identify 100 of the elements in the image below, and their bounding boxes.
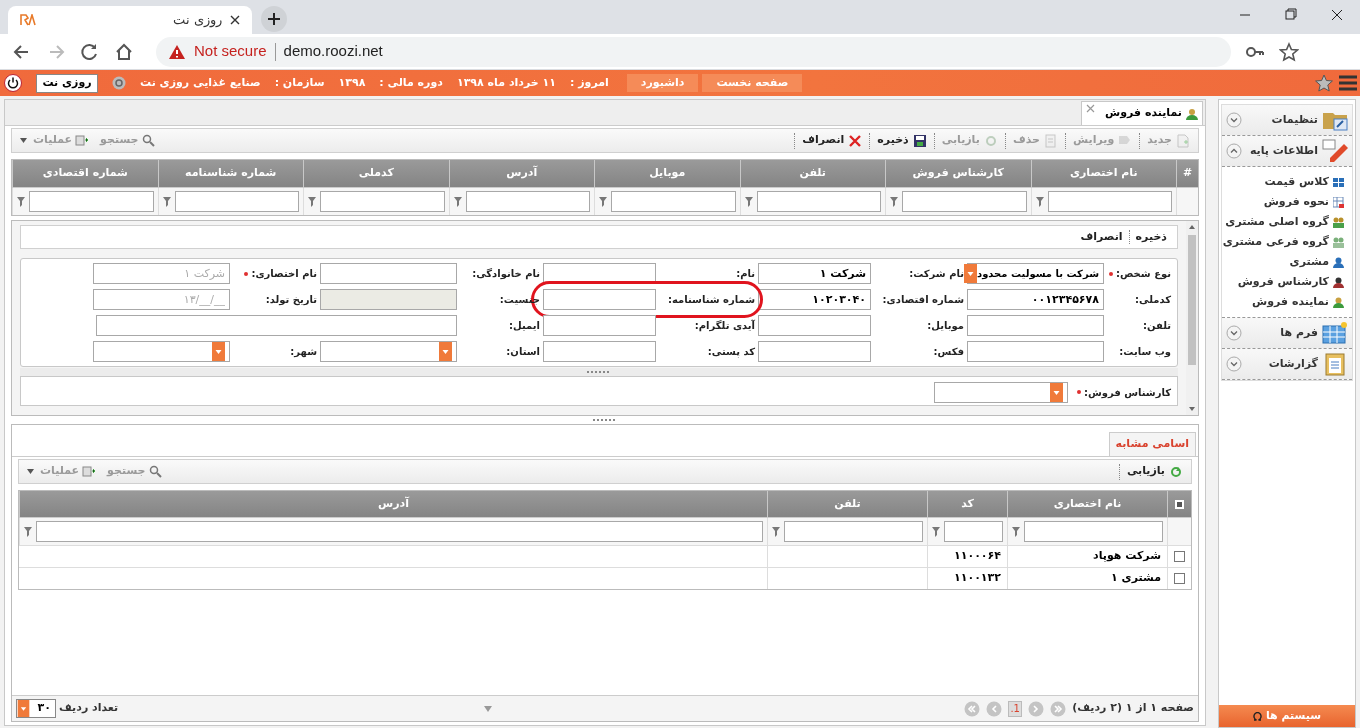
checkbox-icon[interactable] (1175, 499, 1184, 509)
input-field[interactable]: ۰۰۱۲۳۴۵۶۷۸ (967, 289, 1104, 310)
caret-icon[interactable] (27, 469, 34, 474)
caret-icon[interactable] (20, 138, 27, 143)
tab[interactable]: اسامی مشابه (1108, 432, 1196, 456)
filter-field[interactable] (1047, 191, 1172, 212)
field-label: وب سایت: (1119, 345, 1171, 359)
filter-field[interactable] (611, 191, 736, 212)
dropdown[interactable]: شرکت با مسولیت محدود (967, 263, 1104, 284)
page-size-dropdown[interactable]: ۳۰ (16, 699, 56, 718)
field-label: تاریخ تولد: (265, 293, 317, 307)
input-field[interactable]: شرکت ۱ (758, 263, 871, 284)
security-label: Not secure (194, 41, 267, 62)
filter-field[interactable] (902, 191, 1027, 212)
menu-icon[interactable] (1338, 74, 1358, 92)
sidebar-item[interactable]: کارشناس فروش (1222, 272, 1344, 292)
form-action[interactable]: ذخیره (1129, 228, 1173, 246)
power-icon[interactable] (4, 74, 22, 92)
filter-icon (24, 526, 32, 537)
reload-icon[interactable] (80, 41, 100, 62)
toolbar-button[interactable]: بازیابی (1122, 461, 1187, 482)
settings-icon[interactable] (112, 76, 126, 90)
favicon-icon (20, 14, 36, 26)
sidebar-item[interactable]: کلاس قیمت (1222, 172, 1344, 192)
checkbox[interactable] (1174, 551, 1185, 562)
filter-icon (932, 526, 940, 537)
filter-icon (1012, 526, 1020, 537)
sidebar-item[interactable]: نحوه فروش (1222, 192, 1344, 212)
star-icon[interactable] (1279, 41, 1299, 62)
checkbox[interactable] (1174, 573, 1185, 584)
dropdown[interactable] (93, 341, 230, 362)
toolbar-button[interactable]: عملیات (34, 463, 102, 480)
home-icon[interactable] (114, 41, 134, 62)
dropdown[interactable] (320, 341, 457, 362)
filter-field[interactable] (1024, 521, 1163, 542)
pager-summary: صفحه ۱ از ۱ (۲ ردیف) (1072, 700, 1194, 717)
top-button[interactable]: داشبورد (626, 74, 699, 92)
sidebar-item[interactable]: گروه اصلی مشتری (1222, 212, 1344, 232)
input-field[interactable] (758, 315, 871, 336)
toolbar-button[interactable]: ذخیره (873, 130, 931, 151)
input-field[interactable] (967, 315, 1104, 336)
filter-field[interactable] (320, 191, 445, 212)
filter-field[interactable] (174, 191, 299, 212)
input-field[interactable] (96, 315, 457, 336)
browser-tab[interactable]: روزی نت (8, 6, 252, 34)
sidebar-section[interactable]: اطلاعات پایه (1222, 136, 1352, 167)
org-name: صنایع غذایی روزی نت (140, 74, 261, 91)
previous-page-icon[interactable] (986, 700, 1003, 717)
caret-icon (212, 342, 225, 361)
last-page-icon[interactable] (1050, 700, 1067, 717)
warning-icon (168, 43, 186, 60)
address-bar[interactable]: Not secure demo.roozi.net (156, 36, 1231, 67)
filter-field[interactable] (756, 191, 881, 212)
field-label: نوع شخص: (1115, 267, 1171, 281)
toolbar-button[interactable]: انصراف (798, 130, 867, 151)
tab-title: روزی نت (172, 11, 222, 30)
spreadsheet-icon (1333, 196, 1344, 208)
sidebar-section[interactable]: گزارشات (1222, 349, 1352, 380)
top-button[interactable]: صفحه نخست (702, 74, 803, 92)
new-tab-icon[interactable] (260, 5, 288, 33)
toolbar-button[interactable]: جستجو (101, 463, 168, 480)
input-field[interactable]: شرکت ۱ (93, 263, 230, 284)
filter-field[interactable] (36, 521, 763, 542)
sidebar-section[interactable]: فرم ها (1222, 318, 1352, 349)
expand-icon (1226, 112, 1242, 128)
next-page-icon[interactable] (1028, 700, 1045, 717)
filter-field[interactable] (29, 191, 154, 212)
input-field[interactable]: ۱۰۲۰۳۰۴۰ (758, 289, 871, 310)
input-field[interactable] (543, 315, 656, 336)
document-tab[interactable]: نماینده فروش (1081, 101, 1203, 125)
sidebar-item[interactable]: مشتری (1222, 252, 1344, 272)
first-page-icon[interactable] (964, 700, 981, 717)
filter-field[interactable] (784, 521, 923, 542)
input-field[interactable] (543, 341, 656, 362)
input-field[interactable] (967, 341, 1104, 362)
filter-icon (599, 196, 607, 207)
toolbar-button[interactable]: عملیات (27, 132, 95, 149)
star-icon[interactable] (1314, 73, 1334, 93)
input-field[interactable]: __/__/۱۳ (93, 289, 230, 310)
filter-icon (1035, 196, 1044, 207)
filter-field[interactable] (944, 521, 1003, 542)
search-icon (148, 465, 162, 478)
input-field[interactable] (758, 341, 871, 362)
input-field[interactable] (543, 289, 656, 310)
filter-field[interactable] (465, 191, 590, 212)
caret-icon (964, 264, 977, 283)
toolbar-button[interactable]: جستجو (94, 132, 161, 149)
sidebar-item[interactable]: نماینده فروش (1222, 292, 1344, 312)
input-field[interactable] (320, 263, 457, 284)
systems-button[interactable]: سیستم ها (1219, 705, 1355, 727)
field-label: آیدی تلگرام: (694, 318, 755, 333)
field-label: فکس: (933, 345, 964, 359)
sidebar-section[interactable]: تنظیمات (1222, 105, 1352, 136)
sidebar-item[interactable]: گروه فرعی مشتری (1222, 232, 1344, 252)
dropdown[interactable] (934, 381, 1068, 403)
field-label: استان: (506, 345, 540, 359)
scroll-down-icon (484, 705, 493, 712)
filter-icon (17, 196, 25, 207)
form-action[interactable]: انصراف (1074, 228, 1129, 246)
close-icon[interactable] (1086, 104, 1095, 113)
